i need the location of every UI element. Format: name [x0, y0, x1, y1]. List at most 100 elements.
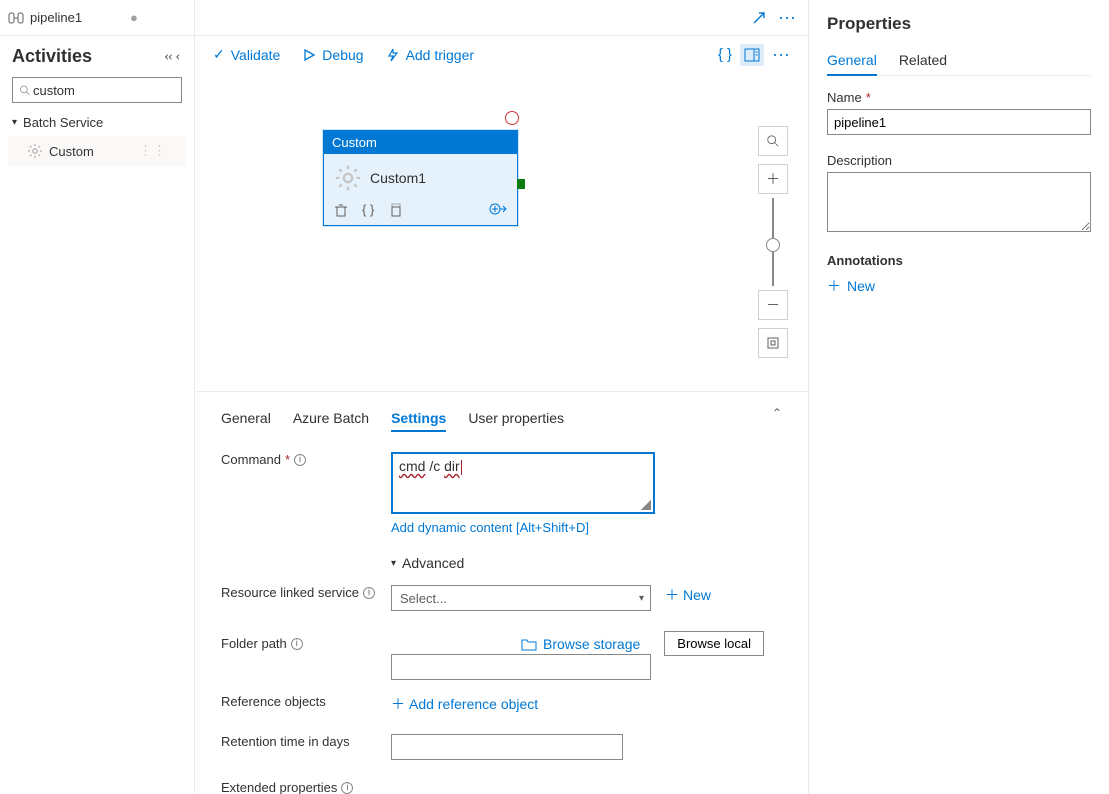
annotations-label: Annotations: [827, 253, 1091, 268]
node-action-bar: { }: [324, 198, 517, 225]
code-icon[interactable]: { }: [362, 202, 374, 217]
info-icon[interactable]: i: [363, 587, 375, 599]
plus-icon: ＋: [827, 276, 841, 296]
settings-tabs: General Azure Batch Settings User proper…: [215, 392, 788, 438]
zoom-slider-thumb[interactable]: [766, 238, 780, 252]
description-label: Description: [827, 153, 1091, 168]
collapse-panel-icon[interactable]: ⌃: [772, 406, 782, 432]
resource-linked-select[interactable]: Select... ▾: [391, 585, 651, 611]
retention-input[interactable]: [391, 734, 623, 760]
properties-tab-general[interactable]: General: [827, 52, 877, 76]
zoom-in-button[interactable]: ＋: [758, 164, 788, 194]
trigger-icon: [386, 48, 400, 62]
extended-properties-label: Extended propertiesi: [221, 780, 353, 794]
command-label: Command*i: [221, 452, 391, 467]
new-annotation-link[interactable]: ＋New: [827, 276, 1091, 296]
name-label: Name*: [827, 90, 1091, 105]
tab-user-properties[interactable]: User properties: [468, 406, 564, 432]
drag-handle-icon[interactable]: ⋮⋮: [139, 143, 167, 159]
debug-label: Debug: [322, 47, 363, 63]
name-input[interactable]: [827, 109, 1091, 135]
advanced-label: Advanced: [402, 555, 464, 571]
dirty-indicator: ●: [130, 10, 138, 25]
folder-path-input[interactable]: [391, 654, 651, 680]
zoom-slider[interactable]: [772, 198, 774, 286]
validation-error-icon: [505, 111, 519, 125]
fit-screen-button[interactable]: [758, 328, 788, 358]
pipeline-icon: [8, 10, 24, 26]
add-reference-object-link[interactable]: ＋Add reference object: [391, 694, 538, 714]
plus-icon: ＋: [665, 585, 679, 605]
editor-tab-bar: pipeline1 ●: [0, 0, 194, 36]
folder-icon: [521, 637, 537, 651]
search-icon: [19, 84, 31, 97]
activities-heading: Activities: [0, 36, 194, 73]
collapse-activities-icon[interactable]: [164, 51, 182, 63]
activity-item-custom[interactable]: Custom ⋮⋮: [8, 136, 186, 166]
chevron-down-icon: ▾: [639, 593, 644, 604]
properties-tabs: General Related: [827, 52, 1091, 76]
resource-linked-label: Resource linked servicei: [221, 585, 391, 600]
chevron-down-icon: ▾: [391, 558, 396, 569]
info-icon[interactable]: i: [291, 638, 303, 650]
info-icon[interactable]: i: [294, 454, 306, 466]
add-output-icon[interactable]: [489, 202, 507, 216]
code-view-icon[interactable]: { }: [718, 46, 732, 63]
tab-settings[interactable]: Settings: [391, 406, 446, 432]
check-icon: ✓: [213, 46, 225, 63]
validate-label: Validate: [231, 47, 281, 63]
reference-objects-label: Reference objects: [221, 694, 391, 709]
activities-panel: pipeline1 ● Activities ▾ Batch Service C…: [0, 0, 195, 794]
success-connector[interactable]: [517, 179, 525, 189]
properties-tab-related[interactable]: Related: [899, 52, 947, 75]
browse-storage-link[interactable]: Browse storage: [521, 636, 640, 652]
toolbar-more-icon[interactable]: ···: [772, 44, 790, 65]
activities-search[interactable]: [12, 77, 182, 103]
expand-editor-icon[interactable]: [752, 11, 766, 25]
advanced-toggle[interactable]: ▾ Advanced: [215, 555, 788, 571]
activities-group-batch[interactable]: ▾ Batch Service: [0, 111, 194, 134]
editor-tab-title[interactable]: pipeline1: [30, 10, 82, 25]
new-linked-service-link[interactable]: ＋New: [665, 585, 711, 605]
tab-azure-batch[interactable]: Azure Batch: [293, 406, 369, 432]
resize-handle-icon[interactable]: [641, 500, 651, 510]
select-placeholder: Select...: [400, 591, 447, 606]
info-icon[interactable]: i: [341, 782, 353, 794]
browse-local-button[interactable]: Browse local: [664, 631, 764, 656]
node-name: Custom1: [370, 170, 426, 186]
add-dynamic-content-link[interactable]: Add dynamic content [Alt+Shift+D]: [391, 520, 655, 535]
properties-toggle-icon[interactable]: [740, 44, 764, 66]
group-label: Batch Service: [23, 115, 103, 130]
folder-path-label: Folder pathi: [221, 636, 391, 651]
pipeline-canvas[interactable]: Custom Custom1 { } ＋: [195, 74, 808, 392]
editor-topbar: ···: [195, 0, 808, 36]
command-input[interactable]: cmd /c dir: [391, 452, 655, 514]
gear-icon: [334, 164, 362, 192]
canvas-controls: ＋ －: [758, 126, 788, 358]
activity-settings-panel: General Azure Batch Settings User proper…: [195, 392, 808, 794]
canvas-search-button[interactable]: [758, 126, 788, 156]
activity-node-custom[interactable]: Custom Custom1 { }: [323, 130, 518, 226]
activities-search-input[interactable]: [31, 82, 175, 99]
gear-icon: [27, 143, 43, 159]
properties-panel: Properties General Related Name* Descrip…: [809, 0, 1109, 794]
editor-more-icon[interactable]: ···: [778, 7, 796, 28]
editor-area: ··· ✓ Validate Debug Add trigger { }: [195, 0, 809, 794]
activities-heading-text: Activities: [12, 46, 92, 67]
validate-button[interactable]: ✓ Validate: [213, 46, 280, 63]
activity-item-label: Custom: [49, 144, 94, 159]
debug-button[interactable]: Debug: [302, 47, 363, 63]
tab-general[interactable]: General: [221, 406, 271, 432]
description-input[interactable]: [827, 172, 1091, 232]
retention-label: Retention time in days: [221, 734, 391, 749]
zoom-out-button[interactable]: －: [758, 290, 788, 320]
properties-heading: Properties: [827, 14, 1091, 34]
pipeline-toolbar: ✓ Validate Debug Add trigger { }: [195, 36, 808, 74]
plus-icon: ＋: [391, 694, 405, 714]
chevron-down-icon: ▾: [12, 117, 17, 128]
node-header: Custom: [324, 131, 517, 154]
add-trigger-label: Add trigger: [406, 47, 474, 63]
add-trigger-button[interactable]: Add trigger: [386, 47, 474, 63]
delete-icon[interactable]: [334, 203, 348, 217]
copy-icon[interactable]: [388, 203, 402, 217]
